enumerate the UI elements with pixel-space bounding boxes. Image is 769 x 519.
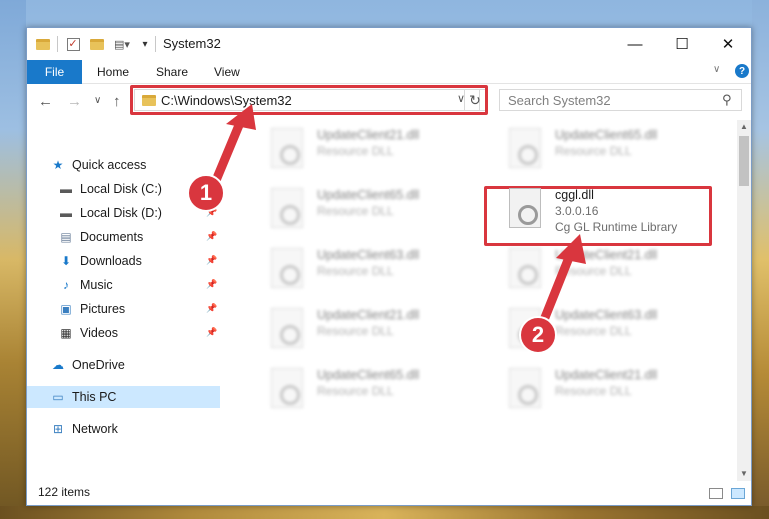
annotation-arrowhead-1 [226,104,256,130]
step-1-badge: 1 [187,174,225,212]
step-2-badge: 2 [519,316,557,354]
annotation-arrowhead-2 [556,234,586,264]
annotation-arrows [207,104,586,335]
